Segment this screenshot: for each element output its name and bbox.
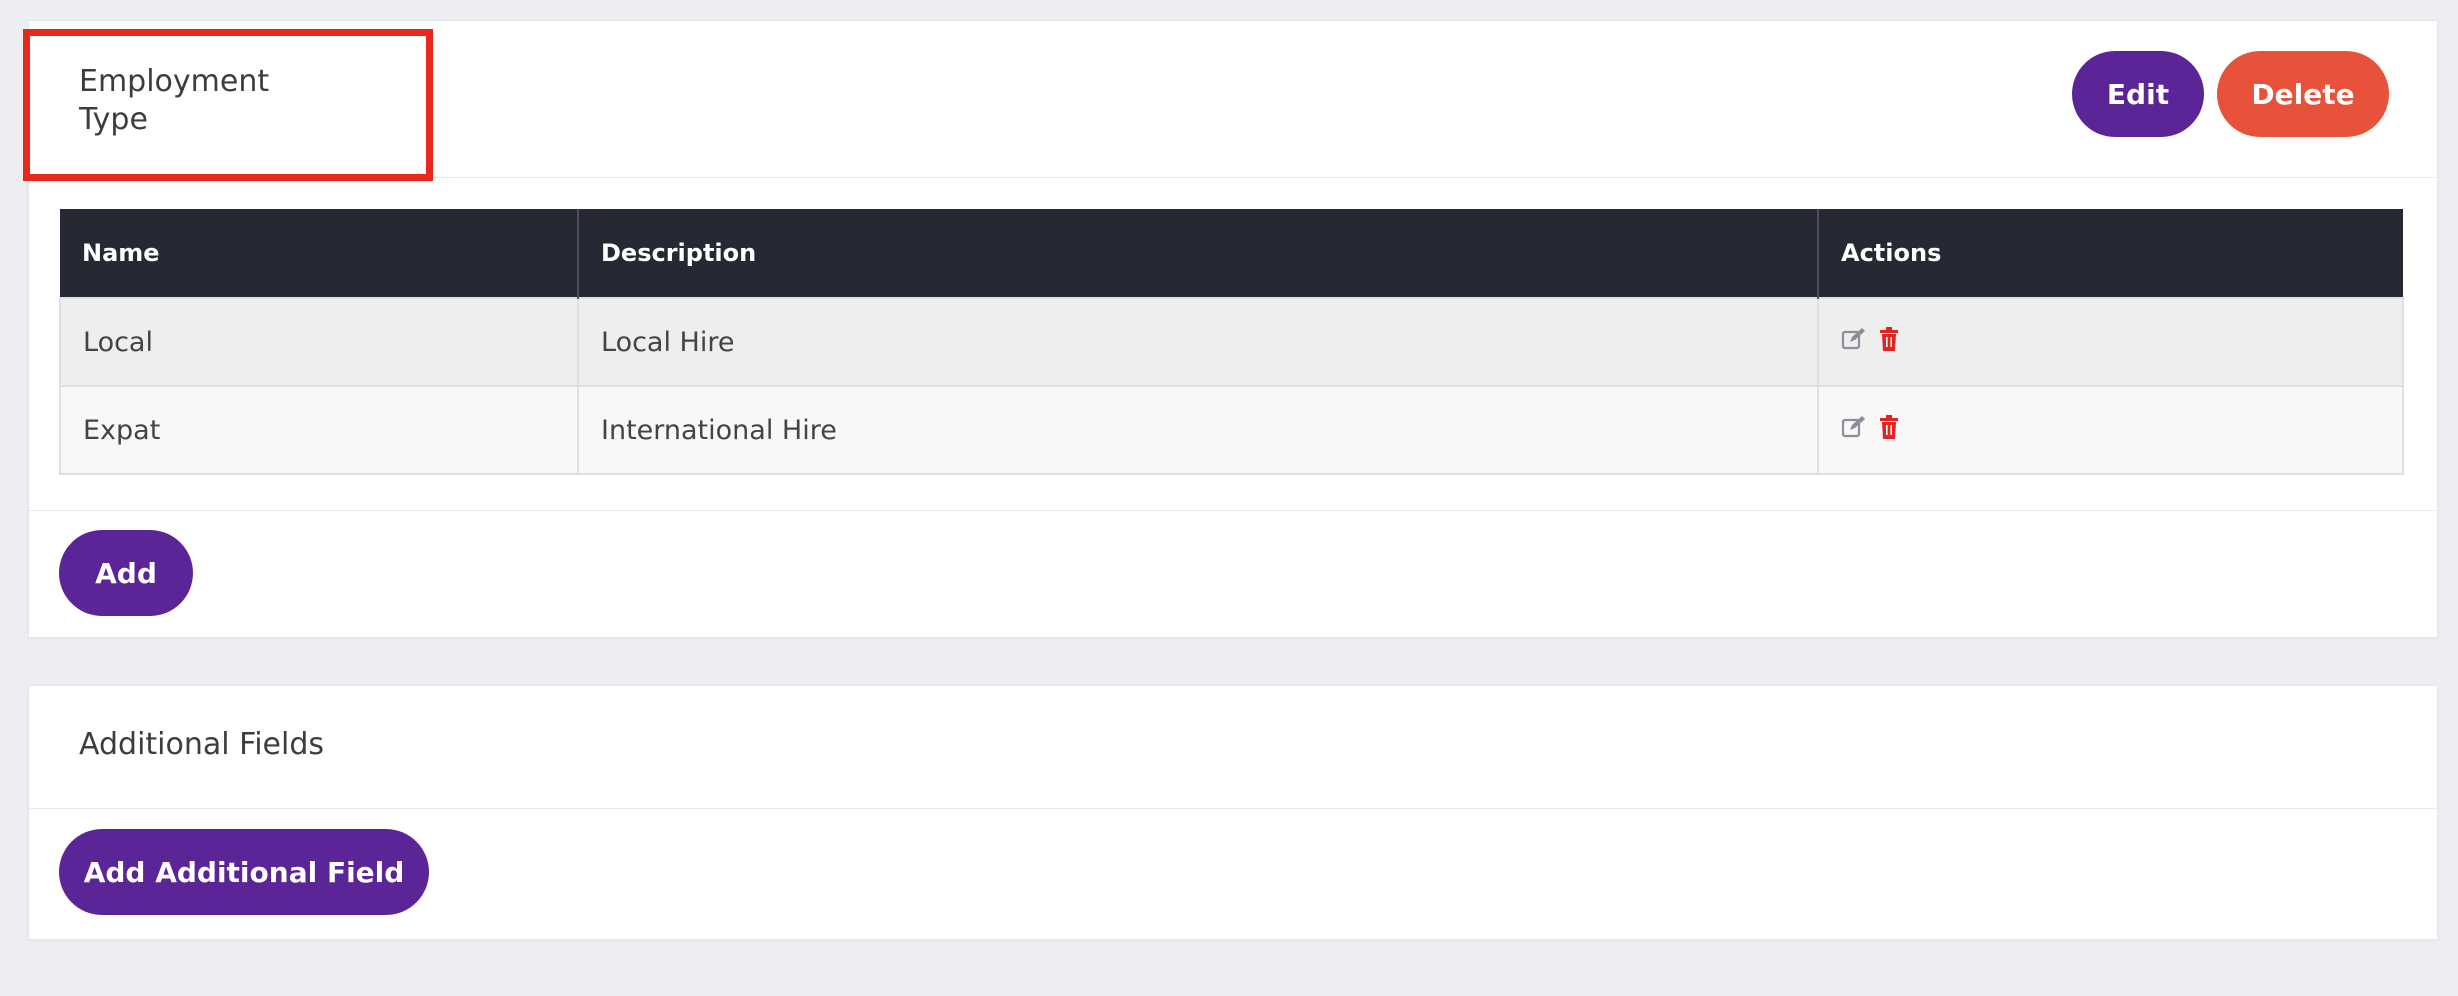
delete-button[interactable]: Delete [2217, 51, 2389, 137]
trash-icon[interactable] [1879, 414, 1899, 439]
employment-type-header: Employment Type Edit Delete [23, 21, 2437, 181]
row-actions-cell [1817, 385, 2404, 475]
table-row: Local Local Hire [59, 297, 2404, 387]
employment-type-table: Name Description Actions Local Local Hir… [59, 209, 2404, 475]
row-name-cell: Expat [59, 385, 579, 475]
employment-type-table-wrapper: Name Description Actions Local Local Hir… [59, 209, 2404, 475]
column-header-name: Name [60, 209, 579, 298]
trash-icon[interactable] [1879, 326, 1899, 351]
edit-button[interactable]: Edit [2072, 51, 2204, 137]
table-row: Expat International Hire [59, 385, 2404, 475]
employment-type-card: Employment Type Edit Delete Name Descrip… [23, 20, 2438, 638]
column-header-description: Description [578, 209, 1819, 298]
additional-fields-header: Additional Fields [29, 686, 2437, 809]
additional-fields-title: Additional Fields [79, 727, 325, 762]
edit-icon[interactable] [1841, 415, 1867, 439]
additional-fields-card: Additional Fields Add Additional Field [28, 685, 2438, 940]
row-description-cell: Local Hire [577, 297, 1819, 387]
edit-icon[interactable] [1841, 327, 1867, 351]
row-description-cell: International Hire [577, 385, 1819, 475]
card-footer-divider [29, 510, 2437, 511]
add-button[interactable]: Add [59, 530, 193, 616]
column-header-actions: Actions [1818, 209, 2403, 298]
employment-type-title: Employment Type [79, 64, 270, 137]
row-name-cell: Local [59, 297, 579, 387]
table-header-row: Name Description Actions [60, 209, 2403, 298]
add-additional-field-button[interactable]: Add Additional Field [59, 829, 429, 915]
row-actions-cell [1817, 297, 2404, 387]
